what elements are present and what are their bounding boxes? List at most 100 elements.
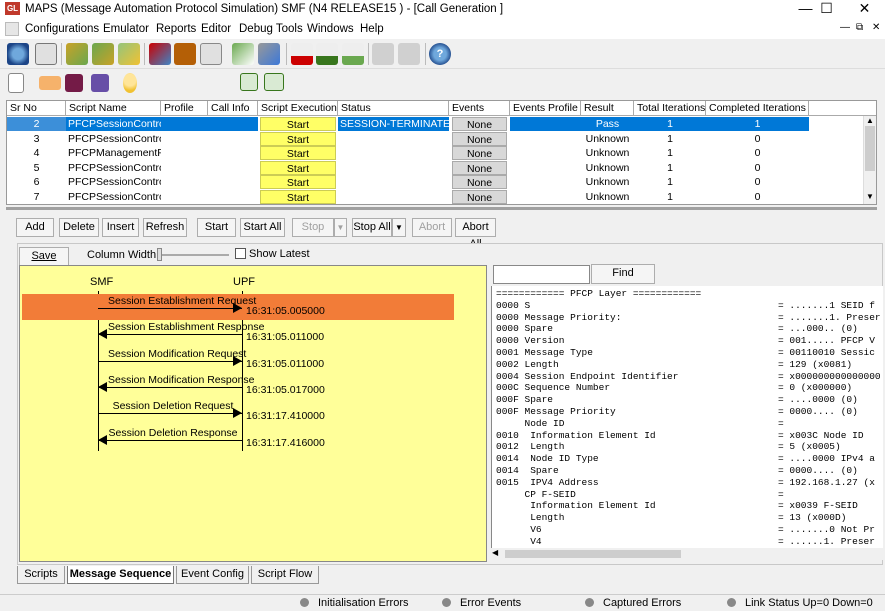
col-header-call-info[interactable]: Call Info (208, 101, 258, 116)
decode-field[interactable]: Node ID (496, 418, 565, 430)
menu-debug-tools[interactable]: Debug Tools (239, 23, 303, 35)
col-header-completed-iterations[interactable]: Completed Iterations (706, 101, 809, 116)
mdi-close-button[interactable]: ✕ (872, 22, 880, 33)
save-button[interactable]: Save (19, 247, 69, 266)
decode-field[interactable]: Length (496, 512, 564, 524)
grid-vertical-scrollbar[interactable]: ▲ ▼ (863, 116, 876, 204)
start-all-button[interactable]: Start All (240, 218, 285, 237)
start-cell-button[interactable]: Start (260, 146, 336, 160)
events-cell-button[interactable]: None (452, 160, 507, 175)
profile-icon[interactable] (92, 43, 114, 65)
menu-emulator[interactable]: Emulator (103, 23, 149, 35)
message-label[interactable]: Session Modification Response (108, 374, 255, 386)
signal-icon[interactable] (240, 73, 258, 91)
column-width-slider[interactable] (159, 254, 229, 256)
scroll-down-icon[interactable]: ▼ (866, 192, 874, 201)
check-icon[interactable] (232, 43, 254, 65)
decode-field[interactable]: V6 (496, 524, 541, 536)
menu-help[interactable]: Help (360, 23, 384, 35)
start-cell-button[interactable]: Start (260, 175, 336, 189)
decode-field[interactable]: V4 (496, 536, 541, 548)
decode-field[interactable]: ============ PFCP Layer ============ (496, 288, 701, 300)
col-header-total-iterations[interactable]: Total Iterations (634, 101, 706, 116)
col-header-script-name[interactable]: Script Name (66, 101, 161, 116)
lightbulb-icon[interactable] (123, 73, 137, 93)
app-menu-icon[interactable] (5, 22, 19, 36)
decode-field[interactable]: 0002 Length (496, 359, 559, 371)
abort-button[interactable]: Abort (412, 218, 452, 237)
stop-record-icon[interactable] (291, 43, 313, 65)
emulator-icon[interactable] (66, 43, 88, 65)
menu-reports[interactable]: Reports (156, 23, 196, 35)
decode-field[interactable]: 000F Spare (496, 394, 553, 406)
message-label[interactable]: Session Establishment Request (108, 295, 256, 307)
call-gen-icon[interactable] (118, 43, 140, 65)
decode-field[interactable]: 0000 Message Priority: (496, 312, 621, 324)
pane-splitter[interactable] (6, 207, 877, 210)
decode-field[interactable]: 0000 Version (496, 335, 564, 347)
col-header-events-profile[interactable]: Events Profile (510, 101, 581, 116)
refresh-button[interactable]: Refresh (143, 218, 187, 237)
events-cell-button[interactable]: None (452, 189, 507, 204)
start-cell-button[interactable]: Start (260, 131, 336, 146)
stop-dropdown-icon[interactable]: ▼ (334, 218, 347, 237)
decode-field[interactable]: 0000 Spare (496, 323, 553, 335)
decode-field[interactable]: 0001 Message Type (496, 347, 593, 359)
configuration-gear-icon[interactable] (7, 43, 29, 65)
scroll-up-icon[interactable]: ▲ (866, 116, 874, 125)
clear-icon[interactable] (316, 43, 338, 65)
save-icon[interactable] (65, 74, 83, 92)
tab-scripts[interactable]: Scripts (17, 566, 65, 584)
show-latest-checkbox[interactable] (235, 248, 246, 259)
decode-field[interactable]: 000F Message Priority (496, 406, 616, 418)
events-cell-button[interactable]: None (452, 146, 507, 160)
stop-all-dropdown-icon[interactable]: ▼ (392, 218, 406, 237)
events-cell-button[interactable]: None (452, 117, 507, 131)
decode-field[interactable]: 0010 Information Element Id (496, 430, 656, 442)
tab-message-sequence[interactable]: Message Sequence (67, 566, 174, 584)
abort-all-button[interactable]: Abort All (455, 218, 496, 250)
col-header-profile[interactable]: Profile (161, 101, 208, 116)
col-header-script-execution[interactable]: Script Execution (258, 101, 338, 116)
decode-field[interactable]: 0015 IPV4 Address (496, 477, 599, 489)
export-icon[interactable] (342, 43, 364, 65)
decode-field[interactable]: Information Element Id (496, 500, 655, 512)
find-button[interactable]: Find (591, 264, 655, 284)
link-icon[interactable] (372, 43, 394, 65)
delete-button[interactable]: Delete (59, 218, 99, 237)
menu-editor[interactable]: Editor (201, 23, 231, 35)
stop-button[interactable]: Stop (292, 218, 334, 237)
decode-field[interactable]: 0012 Length (496, 441, 564, 453)
message-label[interactable]: Session Deletion Request (108, 400, 238, 412)
start-cell-button[interactable]: Start (260, 160, 336, 175)
events-cell-button[interactable]: None (452, 175, 507, 189)
archive-icon[interactable] (174, 43, 196, 65)
close-button[interactable]: ✕ (848, 0, 881, 19)
mdi-minimize-button[interactable]: — (840, 22, 850, 33)
maximize-button[interactable]: ☐ (810, 0, 843, 19)
script-list-icon[interactable] (35, 43, 57, 65)
settings-icon[interactable] (398, 43, 420, 65)
tab-event-config[interactable]: Event Config (176, 566, 249, 584)
col-header-sr-no[interactable]: Sr No (7, 101, 66, 116)
decode-field[interactable]: 0000 S (496, 300, 530, 312)
find-input[interactable] (493, 265, 590, 284)
start-cell-button[interactable]: Start (260, 189, 336, 204)
open-folder-icon[interactable] (39, 76, 61, 90)
col-header-status[interactable]: Status (338, 101, 449, 116)
decode-horizontal-scrollbar[interactable]: ◀ (491, 548, 883, 560)
tools-icon[interactable] (258, 43, 280, 65)
mdi-restore-button[interactable]: ⧉ (856, 22, 863, 33)
network-tree-icon[interactable] (264, 73, 284, 91)
message-label[interactable]: Session Modification Request (108, 348, 246, 360)
decode-field[interactable]: 0014 Node ID Type (496, 453, 599, 465)
scroll-left-icon[interactable]: ◀ (492, 548, 498, 557)
column-width-slider-thumb[interactable] (157, 248, 162, 261)
packet-icon[interactable] (149, 43, 171, 65)
menu-windows[interactable]: Windows (307, 23, 354, 35)
insert-button[interactable]: Insert (102, 218, 139, 237)
col-header-events[interactable]: Events (449, 101, 510, 116)
start-button[interactable]: Start (197, 218, 236, 237)
decode-field[interactable]: 0004 Session Endpoint Identifier (496, 371, 678, 383)
col-header-result[interactable]: Result (581, 101, 634, 116)
